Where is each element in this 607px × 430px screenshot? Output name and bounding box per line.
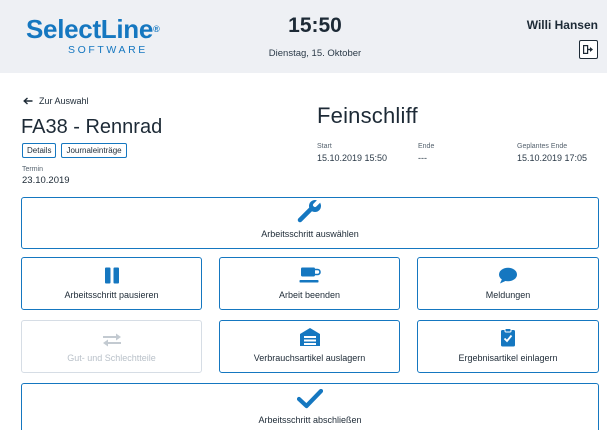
end-info: Ende --- xyxy=(418,143,434,163)
appointment-info: Termin 23.10.2019 xyxy=(22,166,70,186)
start-value: 15.10.2019 15:50 xyxy=(317,153,388,163)
clock-time: 15:50 xyxy=(288,14,342,37)
start-info: Start 15.10.2019 15:50 xyxy=(317,143,387,163)
app-header: SelectLine® SOFTWARE 15:50 Dienstag, 15.… xyxy=(0,0,607,73)
results-inbound-button[interactable]: Ergebnisartikel einlagern xyxy=(417,320,599,373)
clipboard-check-icon xyxy=(500,328,516,347)
planned-end-info: Geplantes Ende 15.10.2019 17:05 xyxy=(517,143,587,163)
complete-step-label: Arbeitsschritt abschließen xyxy=(258,415,362,425)
select-step-label: Arbeitsschritt auswählen xyxy=(261,229,359,239)
pause-step-label: Arbeitsschritt pausieren xyxy=(64,290,159,300)
select-step-button[interactable]: Arbeitsschritt auswählen xyxy=(21,197,599,249)
chat-bubble-icon xyxy=(498,267,518,284)
pause-icon xyxy=(104,267,120,284)
step-title: Feinschliff xyxy=(317,103,418,128)
swap-arrows-icon xyxy=(101,333,123,347)
good-bad-parts-label: Gut- und Schlechtteile xyxy=(67,353,156,363)
end-work-label: Arbeit beenden xyxy=(278,290,341,300)
consumables-outbound-label: Verbrauchsartikel auslagern xyxy=(253,353,366,363)
pause-step-button[interactable]: Arbeitsschritt pausieren xyxy=(21,257,202,310)
end-work-button[interactable]: Arbeit beenden xyxy=(219,257,400,310)
appointment-value: 23.10.2019 xyxy=(22,175,70,186)
checkmark-icon xyxy=(297,389,323,409)
back-link-label: Zur Auswahl xyxy=(39,96,89,106)
user-area: Willi Hansen xyxy=(527,18,598,59)
logo-registered-mark: ® xyxy=(153,24,160,34)
start-label: Start xyxy=(317,143,332,150)
journal-entries-button[interactable]: Journaleinträge xyxy=(61,143,127,158)
logout-button[interactable] xyxy=(579,40,598,59)
messages-label: Meldungen xyxy=(485,290,531,300)
coffee-cup-icon xyxy=(299,267,321,284)
order-title: FA38 - Rennrad xyxy=(21,116,163,138)
complete-step-button[interactable]: Arbeitsschritt abschließen xyxy=(21,383,599,430)
arrow-left-icon xyxy=(23,97,33,105)
warehouse-icon xyxy=(299,327,321,347)
messages-button[interactable]: Meldungen xyxy=(417,257,599,310)
logo-subline: SOFTWARE xyxy=(68,44,148,56)
clock-date: Dienstag, 15. Oktober xyxy=(268,48,362,59)
good-bad-parts-button: Gut- und Schlechtteile xyxy=(21,320,202,373)
results-inbound-label: Ergebnisartikel einlagern xyxy=(458,353,558,363)
planned-end-value: 15.10.2019 17:05 xyxy=(517,153,588,163)
selectline-logo: SelectLine® SOFTWARE xyxy=(26,14,176,56)
details-button[interactable]: Details xyxy=(22,143,57,158)
planned-end-label: Geplantes Ende xyxy=(517,143,568,150)
logo-wordmark: SelectLine xyxy=(26,14,154,44)
back-link[interactable]: Zur Auswahl xyxy=(23,96,89,106)
appointment-label: Termin xyxy=(22,166,44,173)
end-value: --- xyxy=(418,153,427,163)
consumables-outbound-button[interactable]: Verbrauchsartikel auslagern xyxy=(219,320,400,373)
logout-icon xyxy=(583,45,593,54)
order-tags: Details Journaleinträge xyxy=(22,143,127,158)
end-label: Ende xyxy=(418,143,435,150)
wrench-icon xyxy=(297,199,323,223)
user-name: Willi Hansen xyxy=(526,18,598,32)
clock: 15:50 Dienstag, 15. Oktober xyxy=(250,14,380,59)
